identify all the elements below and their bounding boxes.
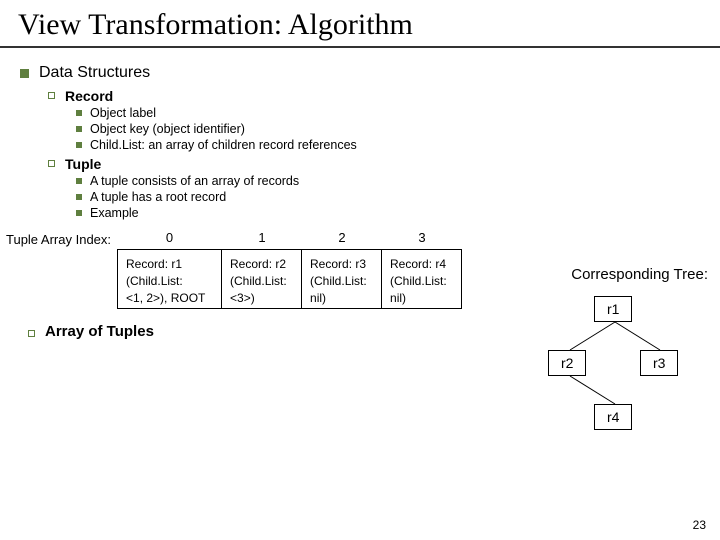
square-icon: [76, 110, 82, 116]
tuple-table: Record: r1 (Child.List: <1, 2>), ROOT Re…: [117, 249, 462, 309]
page-number: 23: [693, 518, 706, 532]
square-icon: [76, 194, 82, 200]
tuple-array-label: Tuple Array Index:: [6, 230, 117, 247]
slide-title: View Transformation: Algorithm: [0, 0, 720, 48]
bullet-record-item: Object key (object identifier): [76, 122, 700, 136]
square-outline-icon: [28, 330, 35, 337]
square-icon: [76, 142, 82, 148]
tuple-cell: Record: r3 (Child.List: nil): [302, 249, 382, 309]
bullet-tuple: Tuple: [48, 156, 700, 172]
bullet-record-item: Object label: [76, 106, 700, 120]
text-record: Record: [65, 88, 113, 104]
corresponding-tree-label: Corresponding Tree:: [571, 266, 708, 283]
tree-node-r3: r3: [640, 350, 678, 376]
tree-node-r1: r1: [594, 296, 632, 322]
tree-node-r2: r2: [548, 350, 586, 376]
square-icon: [76, 126, 82, 132]
index-cell: 0: [117, 230, 222, 245]
slide-content: Data Structures Record Object label Obje…: [0, 48, 720, 220]
tuple-cell: Record: r2 (Child.List: <3>): [222, 249, 302, 309]
index-cell: 2: [302, 230, 382, 245]
index-cell: 1: [222, 230, 302, 245]
text-data-structures: Data Structures: [39, 64, 150, 82]
bullet-tuple-item: A tuple has a root record: [76, 190, 700, 204]
tuple-cell: Record: r1 (Child.List: <1, 2>), ROOT: [117, 249, 222, 309]
square-outline-icon: [48, 92, 55, 99]
bullet-data-structures: Data Structures: [20, 64, 700, 82]
text-array-of-tuples: Array of Tuples: [45, 323, 154, 340]
square-icon: [20, 69, 29, 78]
bullet-record: Record: [48, 88, 700, 104]
text-tuple: Tuple: [65, 156, 101, 172]
tree-node-r4: r4: [594, 404, 632, 430]
bullet-tuple-item: A tuple consists of an array of records: [76, 174, 700, 188]
tree-diagram: r1 r2 r3 r4: [530, 296, 700, 456]
bullet-record-item: Child.List: an array of children record …: [76, 138, 700, 152]
square-icon: [76, 210, 82, 216]
tuple-cell: Record: r4 (Child.List: nil): [382, 249, 462, 309]
tuple-array-wrapper: 0 1 2 3 Record: r1 (Child.List: <1, 2>),…: [117, 230, 462, 309]
square-outline-icon: [48, 160, 55, 167]
index-cell: 3: [382, 230, 462, 245]
tuple-index-row: 0 1 2 3: [117, 230, 462, 245]
bullet-tuple-item: Example: [76, 206, 700, 220]
square-icon: [76, 178, 82, 184]
